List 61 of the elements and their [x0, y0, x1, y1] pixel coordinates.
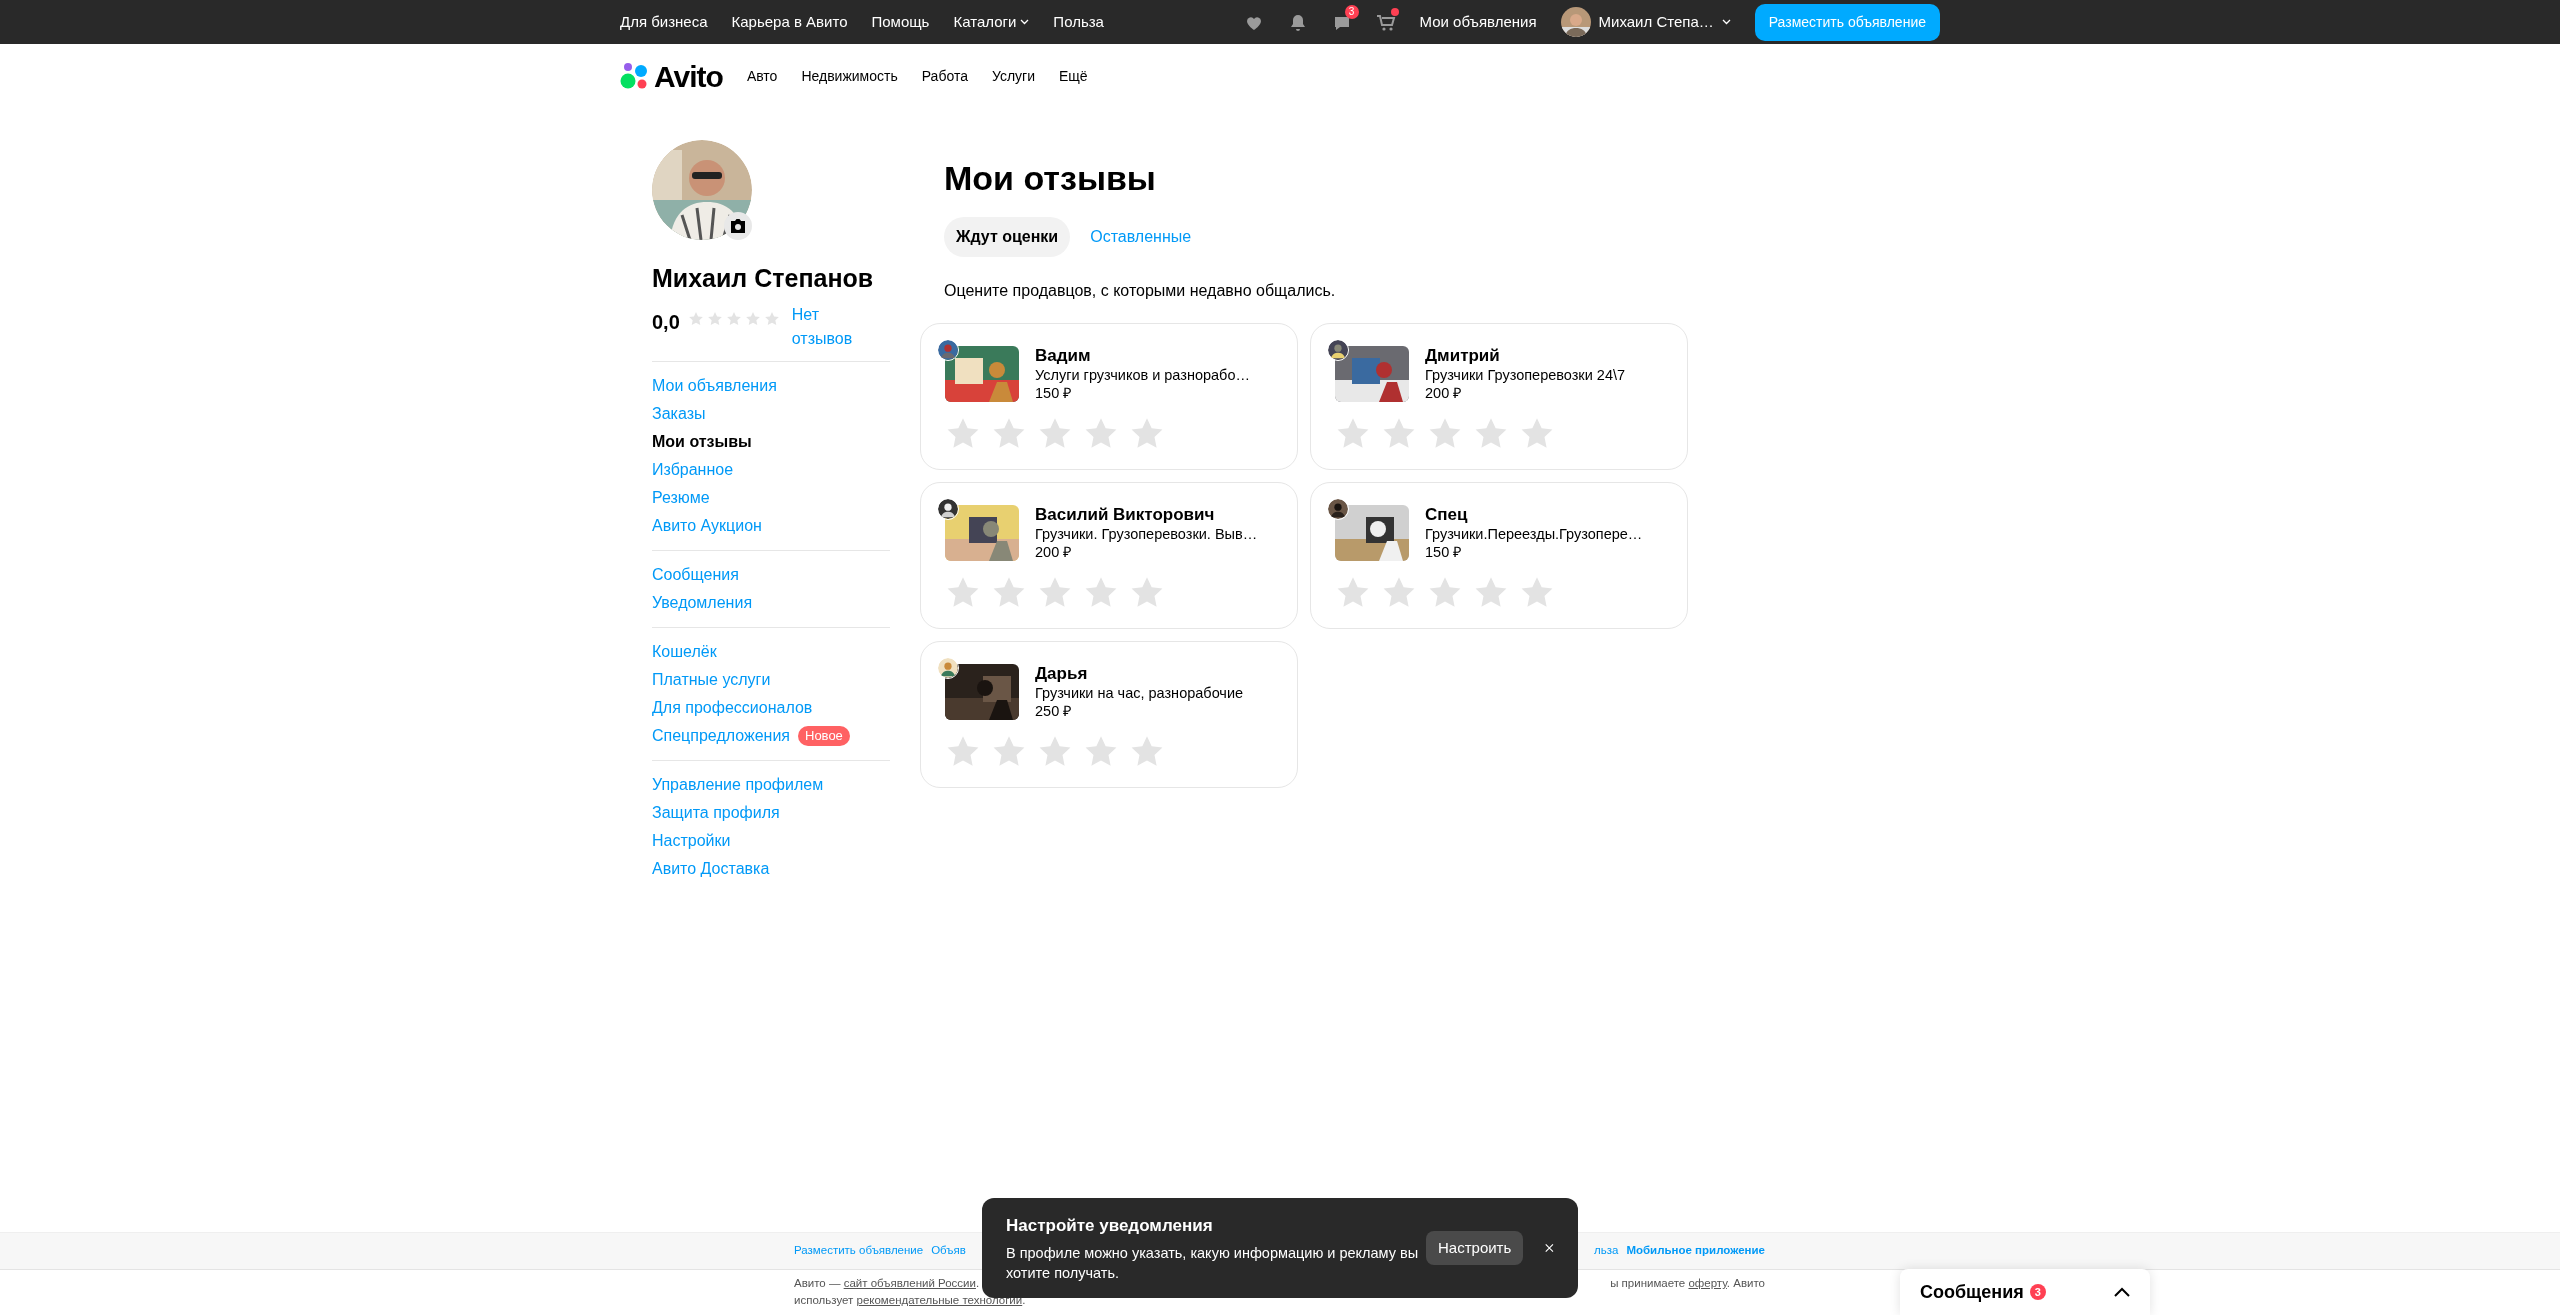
- rating-value: 0,0: [652, 309, 680, 335]
- footer-notice: Авито — сайт объявлений России.: [794, 1276, 980, 1291]
- footer-notice: использует рекомендательные технологии.: [794, 1293, 1026, 1308]
- messages-label: Сообщения: [1920, 1280, 2024, 1304]
- star-icon[interactable]: [706, 310, 723, 327]
- close-icon[interactable]: [1545, 1242, 1554, 1254]
- top-nav-link[interactable]: Каталоги: [953, 10, 1030, 34]
- star-rating[interactable]: [687, 310, 780, 327]
- user-menu[interactable]: Михаил Степа…: [1560, 7, 1731, 37]
- header-nav-link[interactable]: Работа: [921, 65, 968, 87]
- star-icon[interactable]: [744, 310, 761, 327]
- page-title: Мои отзывы: [944, 158, 1157, 199]
- price: 250 ₽: [1035, 701, 1073, 720]
- seller-name: Василий Викторович: [1035, 504, 1216, 525]
- chevron-up-icon[interactable]: [2114, 1287, 2130, 1297]
- star-icon[interactable]: [763, 310, 780, 327]
- camera-button[interactable]: [724, 212, 752, 240]
- footer-link[interactable]: оферту: [1688, 1277, 1727, 1289]
- seller-name: Дмитрий: [1425, 345, 1501, 366]
- listing-title[interactable]: Грузчики Грузоперевозки 24\7: [1425, 365, 1626, 384]
- listing-title[interactable]: Грузчики.Переезды.Грузопере…: [1425, 524, 1643, 543]
- logo[interactable]: Avito: [620, 53, 723, 99]
- listing-title[interactable]: Грузчики на час, разнорабочие: [1035, 683, 1244, 702]
- price: 200 ₽: [1035, 542, 1073, 561]
- toast-title: Настройте уведомления: [1006, 1215, 1214, 1238]
- notification-badge: 3: [1344, 4, 1359, 19]
- listing-title[interactable]: Услуги грузчиков и разнорабо…: [1035, 365, 1250, 384]
- new-badge: Новое: [798, 725, 850, 746]
- header-nav-link[interactable]: Недвижимость: [801, 65, 898, 87]
- configure-button[interactable]: Настроить: [1426, 1230, 1524, 1266]
- star-icon[interactable]: [687, 310, 704, 327]
- caret-icon: [1721, 19, 1731, 25]
- footer-notice: ы принимаете оферту. Авито: [1610, 1276, 1765, 1291]
- footer-link[interactable]: сайт объявлений России: [843, 1277, 976, 1289]
- header-nav-link[interactable]: Услуги: [991, 65, 1035, 87]
- star-icon[interactable]: [725, 310, 742, 327]
- my-ads-link[interactable]: Мои объявления: [1419, 10, 1537, 34]
- top-nav-link[interactable]: Карьера в Авито: [731, 10, 848, 34]
- price: 150 ₽: [1425, 542, 1463, 561]
- camera-icon: [730, 219, 746, 233]
- sidebar-item[interactable]: Мои отзывы: [652, 427, 890, 456]
- profile-name: Михаил Степанов: [652, 263, 875, 294]
- tab[interactable]: Ждут оценки: [944, 216, 1071, 257]
- seller-name: Дарья: [1035, 663, 1089, 684]
- hint-text: Оцените продавцов, с которыми недавно общались.: [944, 280, 1337, 301]
- top-nav-link[interactable]: Польза: [1053, 10, 1104, 34]
- seller-name: Спец: [1425, 504, 1469, 525]
- price: 150 ₽: [1035, 383, 1073, 402]
- caret-icon: [1020, 19, 1030, 25]
- top-nav-link[interactable]: Для бизнеса: [620, 10, 708, 34]
- header-nav-link[interactable]: Ещё: [1059, 65, 1088, 87]
- listing-title[interactable]: Грузчики. Грузоперевозки. Выв…: [1035, 524, 1258, 543]
- header-nav-link[interactable]: Авто: [746, 65, 778, 87]
- logo-icon: [620, 62, 650, 90]
- price: 200 ₽: [1425, 383, 1463, 402]
- cart-icon[interactable]: [1375, 12, 1396, 33]
- unread-badge: 3: [2029, 1284, 2046, 1300]
- messages-panel[interactable]: Сообщения 3: [1900, 1269, 2150, 1315]
- top-nav-link[interactable]: Помощь: [871, 10, 930, 34]
- seller-name: Вадим: [1035, 345, 1092, 366]
- toast-text: В профиле можно указать, какую информацию и рекламу вы хотите получать.: [1006, 1243, 1420, 1283]
